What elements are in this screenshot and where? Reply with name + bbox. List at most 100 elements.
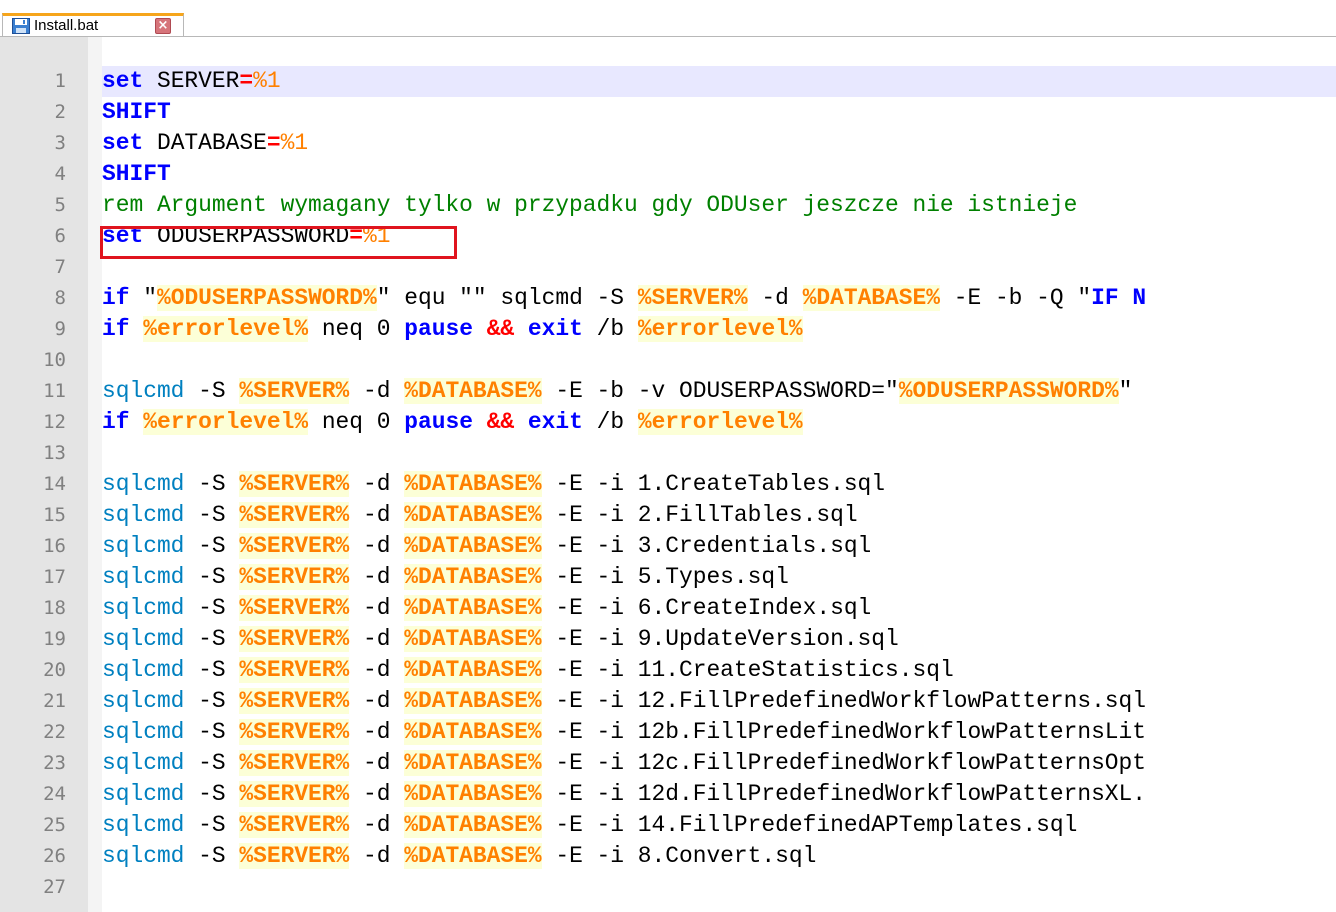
line-content[interactable] — [102, 438, 1336, 469]
code-line[interactable]: 1 set SERVER=%1 — [0, 66, 1336, 97]
code-editor[interactable]: 1 set SERVER=%1 2 SHIFT 3 set DATABASE=%1 4 SHI… — [0, 36, 1336, 912]
token-ext: sqlcmd — [102, 688, 185, 714]
line-content[interactable]: sqlcmd -S %SERVER% -d %DATABASE% -E -i 1… — [102, 810, 1336, 841]
code-line[interactable]: 21 sqlcmd -S %SERVER% -d %DATABASE% -E -i… — [0, 686, 1336, 717]
code-line[interactable]: 2 SHIFT — [0, 97, 1336, 128]
line-content[interactable]: sqlcmd -S %SERVER% -d %DATABASE% -E -i 5… — [102, 562, 1336, 593]
line-content[interactable]: SHIFT — [102, 97, 1336, 128]
token-plain: -S — [184, 750, 240, 776]
code-line[interactable]: 4 SHIFT — [0, 159, 1336, 190]
code-line[interactable]: 16 sqlcmd -S %SERVER% -d %DATABASE% -E -i… — [0, 531, 1336, 562]
token-kw: set — [102, 130, 144, 156]
token-plain: -d — [349, 626, 405, 652]
code-line[interactable]: 19 sqlcmd -S %SERVER% -d %DATABASE% -E -i… — [0, 624, 1336, 655]
code-line[interactable]: 13 — [0, 438, 1336, 469]
line-content[interactable]: rem Argument wymagany tylko w przypadku … — [102, 190, 1336, 221]
line-content[interactable]: sqlcmd -S %SERVER% -d %DATABASE% -E -i 3… — [102, 531, 1336, 562]
line-text: sqlcmd -S %SERVER% -d %DATABASE% -E -i 1… — [102, 686, 1146, 717]
token-kw: if — [102, 316, 130, 342]
code-line[interactable]: 3 set DATABASE=%1 — [0, 128, 1336, 159]
file-tab[interactable]: Install.bat × — [2, 13, 184, 36]
token-plain: -d — [349, 750, 405, 776]
line-content[interactable]: set SERVER=%1 — [102, 66, 1336, 97]
token-var: %ODUSERPASSWORD% — [156, 285, 377, 311]
token-op: && — [486, 316, 515, 342]
code-line[interactable]: 25 sqlcmd -S %SERVER% -d %DATABASE% -E -i… — [0, 810, 1336, 841]
code-line[interactable]: 9 if %errorlevel% neq 0 pause && exit /b … — [0, 314, 1336, 345]
token-plain: " — [129, 285, 157, 311]
token-plain: -E -i 6.CreateIndex.sql — [541, 595, 872, 621]
code-line[interactable]: 11 sqlcmd -S %SERVER% -d %DATABASE% -E -b… — [0, 376, 1336, 407]
line-number: 11 — [43, 380, 66, 402]
annotation-highlight-box — [100, 226, 457, 259]
line-content[interactable] — [102, 872, 1336, 903]
code-line[interactable]: 18 sqlcmd -S %SERVER% -d %DATABASE% -E -i… — [0, 593, 1336, 624]
line-content[interactable]: set DATABASE=%1 — [102, 128, 1336, 159]
code-line[interactable]: 14 sqlcmd -S %SERVER% -d %DATABASE% -E -i… — [0, 469, 1336, 500]
token-plain: -d — [349, 688, 405, 714]
token-kw: set — [102, 68, 144, 94]
line-text: set DATABASE=%1 — [102, 128, 308, 159]
token-var: %DATABASE% — [404, 595, 542, 621]
line-content[interactable]: sqlcmd -S %SERVER% -d %DATABASE% -E -i 1… — [102, 469, 1336, 500]
line-content[interactable]: sqlcmd -S %SERVER% -d %DATABASE% -E -i 1… — [102, 655, 1336, 686]
token-ext: sqlcmd — [102, 533, 185, 559]
token-plain: -S — [184, 719, 240, 745]
line-number: 5 — [54, 194, 66, 216]
code-line[interactable]: 20 sqlcmd -S %SERVER% -d %DATABASE% -E -i… — [0, 655, 1336, 686]
token-plain: -E -i 11.CreateStatistics.sql — [541, 657, 954, 683]
line-content[interactable]: if %errorlevel% neq 0 pause && exit /b %… — [102, 407, 1336, 438]
code-line[interactable]: 22 sqlcmd -S %SERVER% -d %DATABASE% -E -i… — [0, 717, 1336, 748]
token-var: %DATABASE% — [404, 533, 542, 559]
code-line[interactable]: 15 sqlcmd -S %SERVER% -d %DATABASE% -E -i… — [0, 500, 1336, 531]
line-content[interactable]: sqlcmd -S %SERVER% -d %DATABASE% -E -i 1… — [102, 748, 1336, 779]
token-plain: DATABASE — [143, 130, 267, 156]
line-number: 16 — [43, 535, 66, 557]
line-number: 1 — [54, 70, 66, 92]
code-line[interactable]: 24 sqlcmd -S %SERVER% -d %DATABASE% -E -i… — [0, 779, 1336, 810]
line-content[interactable]: sqlcmd -S %SERVER% -d %DATABASE% -E -i 6… — [102, 593, 1336, 624]
line-content[interactable]: sqlcmd -S %SERVER% -d %DATABASE% -E -i 1… — [102, 779, 1336, 810]
token-cmt: rem Argument wymagany tylko w przypadku … — [102, 192, 1078, 218]
line-text: sqlcmd -S %SERVER% -d %DATABASE% -E -i 2… — [102, 500, 858, 531]
token-var: %SERVER% — [239, 688, 350, 714]
line-content[interactable]: sqlcmd -S %SERVER% -d %DATABASE% -E -i 1… — [102, 717, 1336, 748]
line-content[interactable]: if %errorlevel% neq 0 pause && exit /b %… — [102, 314, 1336, 345]
line-number: 9 — [54, 318, 66, 340]
line-text: sqlcmd -S %SERVER% -d %DATABASE% -E -i 9… — [102, 624, 899, 655]
token-var: %SERVER% — [239, 502, 350, 528]
code-line[interactable]: 10 — [0, 345, 1336, 376]
line-content[interactable]: SHIFT — [102, 159, 1336, 190]
line-content[interactable]: sqlcmd -S %SERVER% -d %DATABASE% -E -i 9… — [102, 624, 1336, 655]
line-number: 3 — [54, 132, 66, 154]
line-content[interactable]: if "%ODUSERPASSWORD%" equ "" sqlcmd -S %… — [102, 283, 1336, 314]
token-plain: -S — [184, 843, 240, 869]
token-plain: -d — [349, 564, 405, 590]
code-line[interactable]: 23 sqlcmd -S %SERVER% -d %DATABASE% -E -i… — [0, 748, 1336, 779]
token-var: %SERVER% — [239, 812, 350, 838]
line-number: 14 — [43, 473, 66, 495]
token-plain: -E -i 14.FillPredefinedAPTemplates.sql — [541, 812, 1078, 838]
line-content[interactable]: sqlcmd -S %SERVER% -d %DATABASE% -E -i 2… — [102, 500, 1336, 531]
code-line[interactable]: 12 if %errorlevel% neq 0 pause && exit /b… — [0, 407, 1336, 438]
line-content[interactable] — [102, 345, 1336, 376]
close-icon[interactable]: × — [155, 18, 171, 34]
code-line[interactable]: 17 sqlcmd -S %SERVER% -d %DATABASE% -E -i… — [0, 562, 1336, 593]
line-content[interactable]: sqlcmd -S %SERVER% -d %DATABASE% -E -i 8… — [102, 841, 1336, 872]
code-line[interactable]: 26 sqlcmd -S %SERVER% -d %DATABASE% -E -i… — [0, 841, 1336, 872]
line-content[interactable]: sqlcmd -S %SERVER% -d %DATABASE% -E -i 1… — [102, 686, 1336, 717]
token-var: %DATABASE% — [404, 564, 542, 590]
line-text: sqlcmd -S %SERVER% -d %DATABASE% -E -i 3… — [102, 531, 871, 562]
line-number: 23 — [43, 752, 66, 774]
line-number: 8 — [54, 287, 66, 309]
line-text: sqlcmd -S %SERVER% -d %DATABASE% -E -i 1… — [102, 655, 954, 686]
code-line[interactable]: 8 if "%ODUSERPASSWORD%" equ "" sqlcmd -S … — [0, 283, 1336, 314]
line-number: 27 — [43, 876, 66, 898]
code-line[interactable]: 5 rem Argument wymagany tylko w przypadku… — [0, 190, 1336, 221]
line-number: 7 — [54, 256, 66, 278]
line-content[interactable]: sqlcmd -S %SERVER% -d %DATABASE% -E -b -… — [102, 376, 1336, 407]
line-text: sqlcmd -S %SERVER% -d %DATABASE% -E -i 1… — [102, 469, 885, 500]
code-line[interactable]: 27 — [0, 872, 1336, 903]
token-var: %SERVER% — [239, 564, 350, 590]
